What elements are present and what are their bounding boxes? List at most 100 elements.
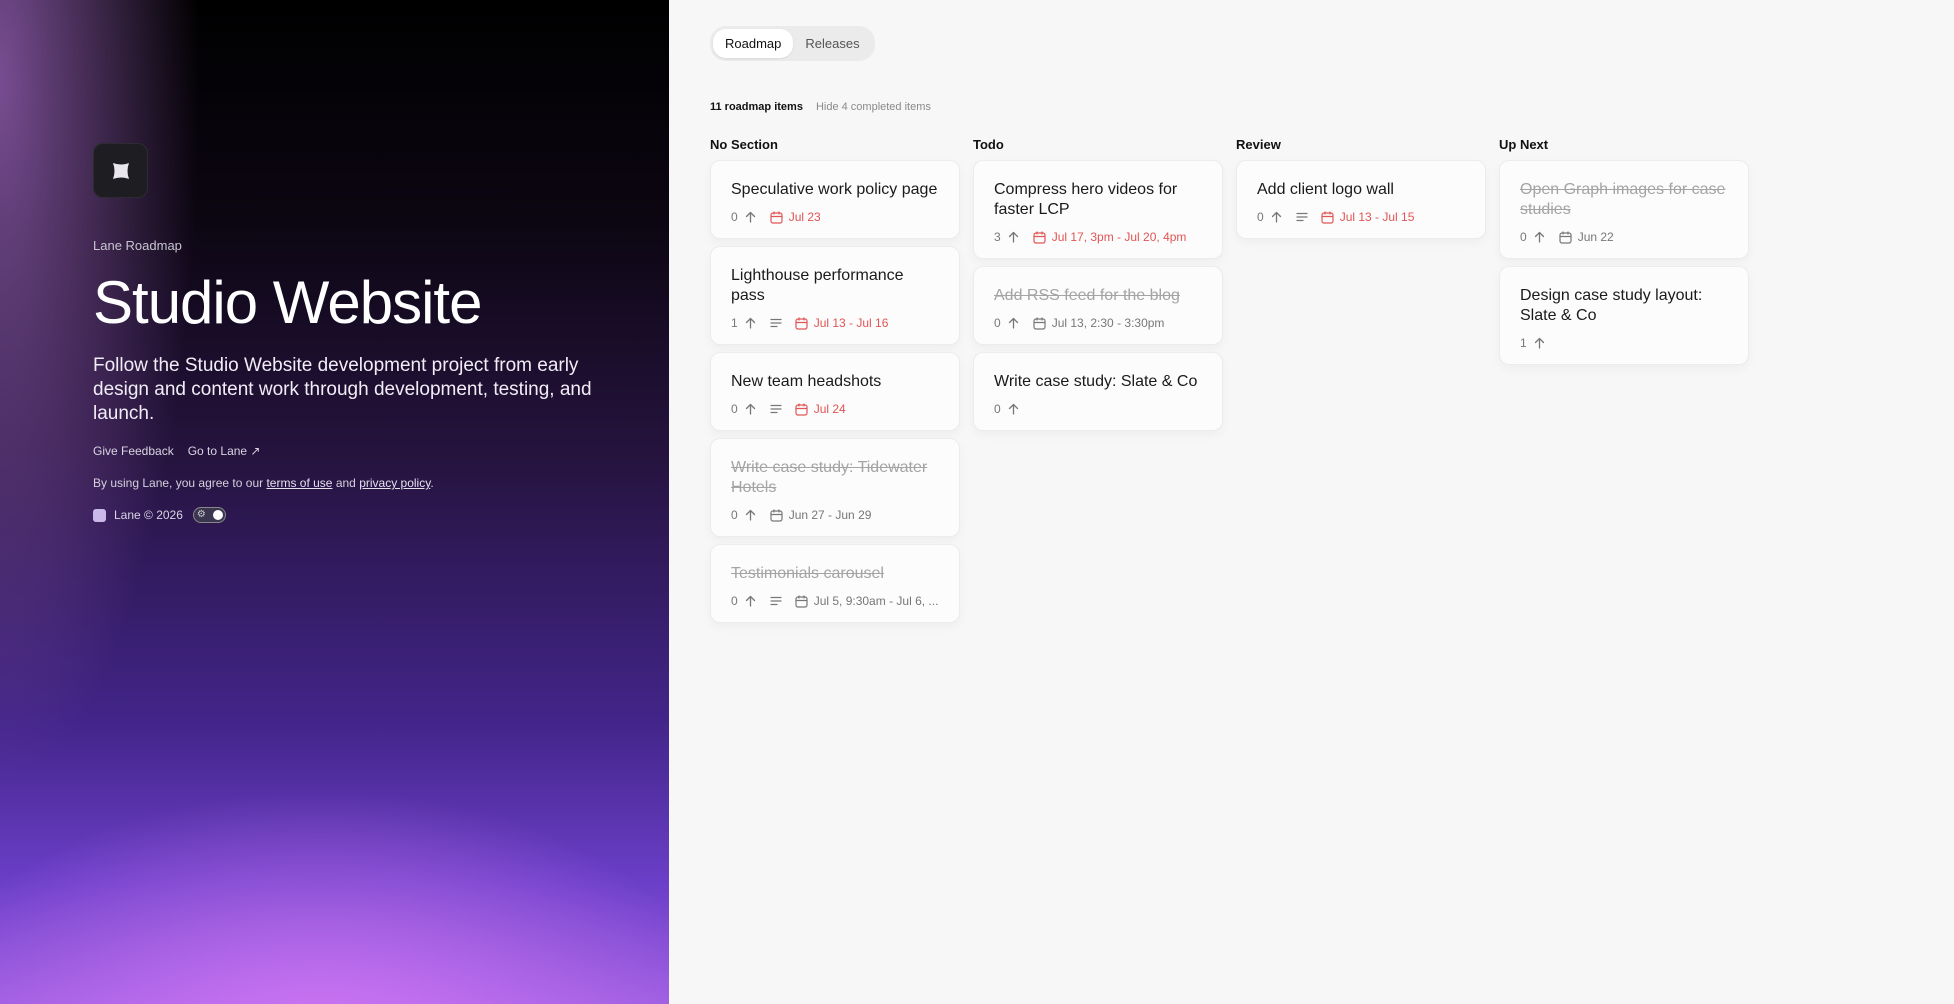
column-title: Up Next [1499,137,1549,152]
date-range: Jul 17, 3pm - Jul 20, 4pm [1033,230,1187,244]
date-range: Jul 13 - Jul 16 [795,316,889,330]
legal-and: and [332,476,360,490]
upvote-arrow-icon[interactable] [1008,403,1020,415]
calendar-icon [795,594,808,608]
upvote-arrow-icon[interactable] [745,211,757,223]
card-title: New team headshots [731,373,882,390]
upvote-arrow-icon[interactable] [1008,317,1020,329]
roadmap-card[interactable]: Add client logo wall 0 Jul 13 - Jul 15 [1236,160,1486,239]
upvote-arrow-icon[interactable] [1534,231,1546,243]
roadmap-card[interactable]: New team headshots 0 Jul 24 [710,352,960,431]
board-columns: No Section Speculative work policy page 0 J… [710,137,1930,630]
roadmap-card[interactable]: Add RSS feed for the blog 0 Jul 13, 2:30 -… [973,266,1223,345]
upvote-arrow-icon[interactable] [1534,337,1546,349]
calendar-icon [1321,210,1334,224]
description-lines-icon [1296,211,1308,223]
hide-completed-button[interactable]: Hide 4 completed items [816,101,931,113]
card-meta: 0 Jul 13, 2:30 - 3:30pm [994,316,1202,330]
upvote-arrow-icon[interactable] [1008,231,1020,243]
go-to-lane-link[interactable]: Go to Lane ↗ [188,444,261,458]
card-meta: 0 Jun 27 - Jun 29 [731,508,939,522]
date-range: Jul 13 - Jul 15 [1321,210,1414,224]
toggle-knob [212,510,223,520]
description-lines-icon [770,317,782,329]
date-range: Jun 27 - Jun 29 [770,508,871,522]
tab-roadmap[interactable]: Roadmap [713,29,794,58]
copyright: Lane © 2026 [114,508,183,522]
card-title: Design case study layout: Slate & Co [1520,287,1703,324]
card-title: Write case study: Tidewater Hotels [731,459,928,496]
date-range: Jun 22 [1559,230,1614,244]
date-text: Jul 23 [788,210,821,224]
page-title: Studio Website [93,269,482,336]
description-lines-icon [770,403,782,415]
calendar-icon [1033,316,1046,330]
vote-count: 0 [731,508,738,522]
roadmap-card[interactable]: Write case study: Slate & Co 0 [973,352,1223,431]
gear-icon: ⚙ [196,509,206,520]
calendar-icon [1559,230,1572,244]
hero-links: Give Feedback Go to Lane ↗ [93,444,593,458]
vote-count: 1 [1520,336,1527,350]
vote-count: 0 [731,594,738,608]
tab-releases[interactable]: Releases [793,29,871,58]
theme-toggle[interactable]: ⚙ [192,507,226,523]
logo-shape [112,162,129,179]
give-feedback-link[interactable]: Give Feedback [93,444,174,458]
card-title: Testimonials carousel [731,565,884,582]
legal-text: By using Lane, you agree to our terms of… [93,476,593,490]
upvote-arrow-icon[interactable] [745,317,757,329]
date-range: Jul 5, 9:30am - Jul 6, ... [795,594,938,608]
privacy-link[interactable]: privacy policy [359,476,430,490]
card-title: Open Graph images for case studies [1520,181,1726,218]
roadmap-card[interactable]: Design case study layout: Slate & Co 1 [1499,266,1749,365]
column-up-next: Up Next Open Graph images for case studie… [1499,137,1749,630]
upvote-arrow-icon[interactable] [745,595,757,607]
card-meta: 0 Jul 13 - Jul 15 [1257,210,1465,224]
hero-panel: Lane Roadmap Studio Website Follow the S… [0,0,669,1004]
roadmap-card[interactable]: Testimonials carousel 0 Jul 5, 9:30am - Ju… [710,544,960,623]
roadmap-card[interactable]: Lighthouse performance pass 1 Jul 13 - Jul… [710,246,960,345]
column-no-section: No Section Speculative work policy page 0 J… [710,137,960,630]
upvote-arrow-icon[interactable] [745,509,757,521]
column-title: Todo [973,137,1004,152]
upvote-arrow-icon[interactable] [1271,211,1283,223]
upvote-arrow-icon[interactable] [745,403,757,415]
date-text: Jul 24 [813,402,846,416]
date-text: Jun 22 [1577,230,1614,244]
vote-count: 0 [994,316,1001,330]
vote-count: 0 [1257,210,1264,224]
item-count: 11 roadmap items [710,101,803,113]
roadmap-card[interactable]: Write case study: Tidewater Hotels 0 Jun 2… [710,438,960,537]
project-description: Follow the Studio Website development pr… [93,355,592,424]
column-title: Review [1236,137,1281,152]
card-title: Add RSS feed for the blog [994,287,1180,304]
card-title: Speculative work policy page [731,181,938,198]
vote-count: 0 [731,402,738,416]
date-text: Jul 13 - Jul 16 [813,316,889,330]
calendar-icon [795,316,808,330]
card-title: Compress hero videos for faster LCP [994,181,1178,218]
legal-suffix: . [430,476,434,490]
hero-content: Lane Roadmap Studio Website Follow the S… [93,143,593,523]
view-tabs: Roadmap Releases [710,26,875,61]
card-meta: 0 [994,402,1202,416]
app-logo-icon [93,143,148,198]
date-range: Jul 13, 2:30 - 3:30pm [1033,316,1164,330]
card-title: Write case study: Slate & Co [994,373,1198,390]
card-meta: 1 [1520,336,1728,350]
date-range: Jul 23 [770,210,821,224]
terms-link[interactable]: terms of use [266,476,332,490]
column-todo: Todo Compress hero videos for faster LCP 3… [973,137,1223,630]
vote-count: 0 [994,402,1001,416]
roadmap-card[interactable]: Open Graph images for case studies 0 Jun 2… [1499,160,1749,259]
date-text: Jul 17, 3pm - Jul 20, 4pm [1051,230,1187,244]
card-meta: 0 Jun 22 [1520,230,1728,244]
card-meta: 0 Jul 24 [731,402,939,416]
roadmap-card[interactable]: Compress hero videos for faster LCP 3 Jul … [973,160,1223,259]
roadmap-card[interactable]: Speculative work policy page 0 Jul 23 [710,160,960,239]
roadmap-board: Roadmap Releases 11 roadmap items Hide 4… [710,26,1930,630]
vote-count: 0 [1520,230,1527,244]
column-title: No Section [710,137,778,152]
board-summary: 11 roadmap items Hide 4 completed items [710,101,1930,113]
